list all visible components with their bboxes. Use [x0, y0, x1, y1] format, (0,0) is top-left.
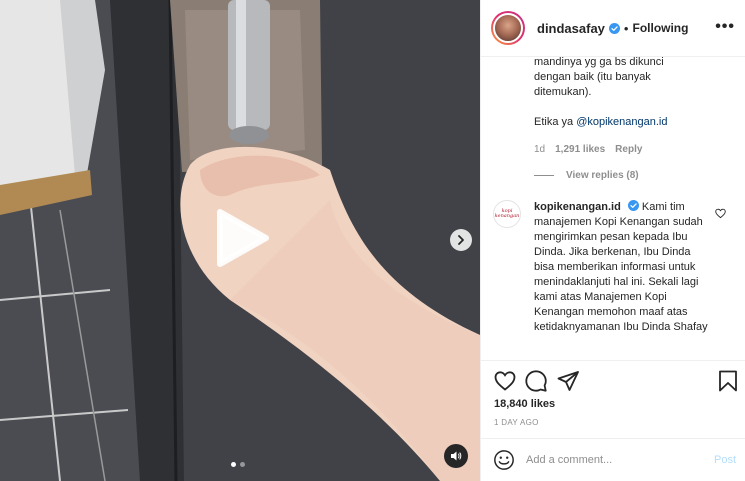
likes-count[interactable]: 18,840 likes: [494, 398, 555, 410]
mention-link[interactable]: @kopikenangan.id: [576, 116, 667, 128]
reply-text-prefix: Etika ya: [534, 116, 577, 128]
post-button[interactable]: Post: [714, 454, 736, 466]
reply-meta: 1d 1,291 likes Reply: [534, 144, 642, 155]
play-icon[interactable]: [214, 208, 270, 268]
carousel-dot-active: [231, 462, 236, 467]
view-replies-label: View replies (8): [566, 170, 639, 181]
next-slide-button[interactable]: [450, 229, 472, 251]
comment-username[interactable]: kopikenangan.id: [534, 201, 621, 213]
view-replies-divider: [534, 175, 554, 176]
share-icon[interactable]: [556, 369, 580, 393]
reply-text-line: dengan baik (itu banyak: [534, 71, 651, 83]
speaker-icon: [451, 451, 462, 461]
reply-text-line: ditemukan).: [534, 86, 592, 98]
post-timestamp: 1 DAY AGO: [494, 418, 539, 427]
reply-text-line: mandinya yg ga bs dikunci: [534, 57, 664, 68]
chevron-right-icon: [458, 235, 464, 245]
carousel-dot: [240, 462, 245, 467]
bookmark-icon[interactable]: [716, 369, 740, 393]
reply-text: mandinya yg ga bs dikunci dengan baik (i…: [534, 57, 724, 130]
header-separator: •: [623, 20, 629, 36]
comment-icon[interactable]: [524, 369, 548, 393]
emoji-icon[interactable]: [493, 449, 515, 471]
view-replies-button[interactable]: View replies (8): [534, 170, 639, 181]
sound-toggle-button[interactable]: [444, 444, 468, 468]
reply-button[interactable]: Reply: [615, 144, 642, 155]
avatar[interactable]: [491, 11, 525, 45]
comments-list[interactable]: mandinya yg ga bs dikunci dengan baik (i…: [481, 57, 745, 360]
more-options-button[interactable]: •••: [715, 18, 735, 36]
verified-icon: [608, 22, 620, 34]
reply-time: 1d: [534, 144, 546, 155]
verified-icon: [627, 200, 639, 211]
post-header: dindasafay • Following •••: [481, 0, 745, 57]
comment-input[interactable]: [526, 450, 696, 470]
avatar-image: [493, 13, 523, 43]
comment-avatar-logo: kopi kenangan: [494, 208, 520, 219]
following-button[interactable]: Following: [632, 21, 688, 35]
comment-body: kopikenangan.id Kami tim manajemen Kopi …: [534, 200, 710, 335]
heart-icon[interactable]: [715, 208, 726, 219]
reply-likes[interactable]: 1,291 likes: [555, 144, 605, 155]
carousel-indicator: [231, 462, 245, 467]
comment-avatar[interactable]: kopi kenangan: [493, 200, 521, 228]
post-sidebar: dindasafay • Following ••• mandinya yg g…: [480, 0, 745, 481]
post-media[interactable]: [0, 0, 480, 481]
comment-text: Kami tim manajemen Kopi Kenangan sudah m…: [534, 201, 708, 333]
header-username[interactable]: dindasafay: [537, 21, 605, 36]
heart-icon[interactable]: [493, 369, 517, 393]
post-actions: 18,840 likes 1 DAY AGO: [481, 360, 745, 440]
comment-composer: Post: [481, 438, 745, 481]
